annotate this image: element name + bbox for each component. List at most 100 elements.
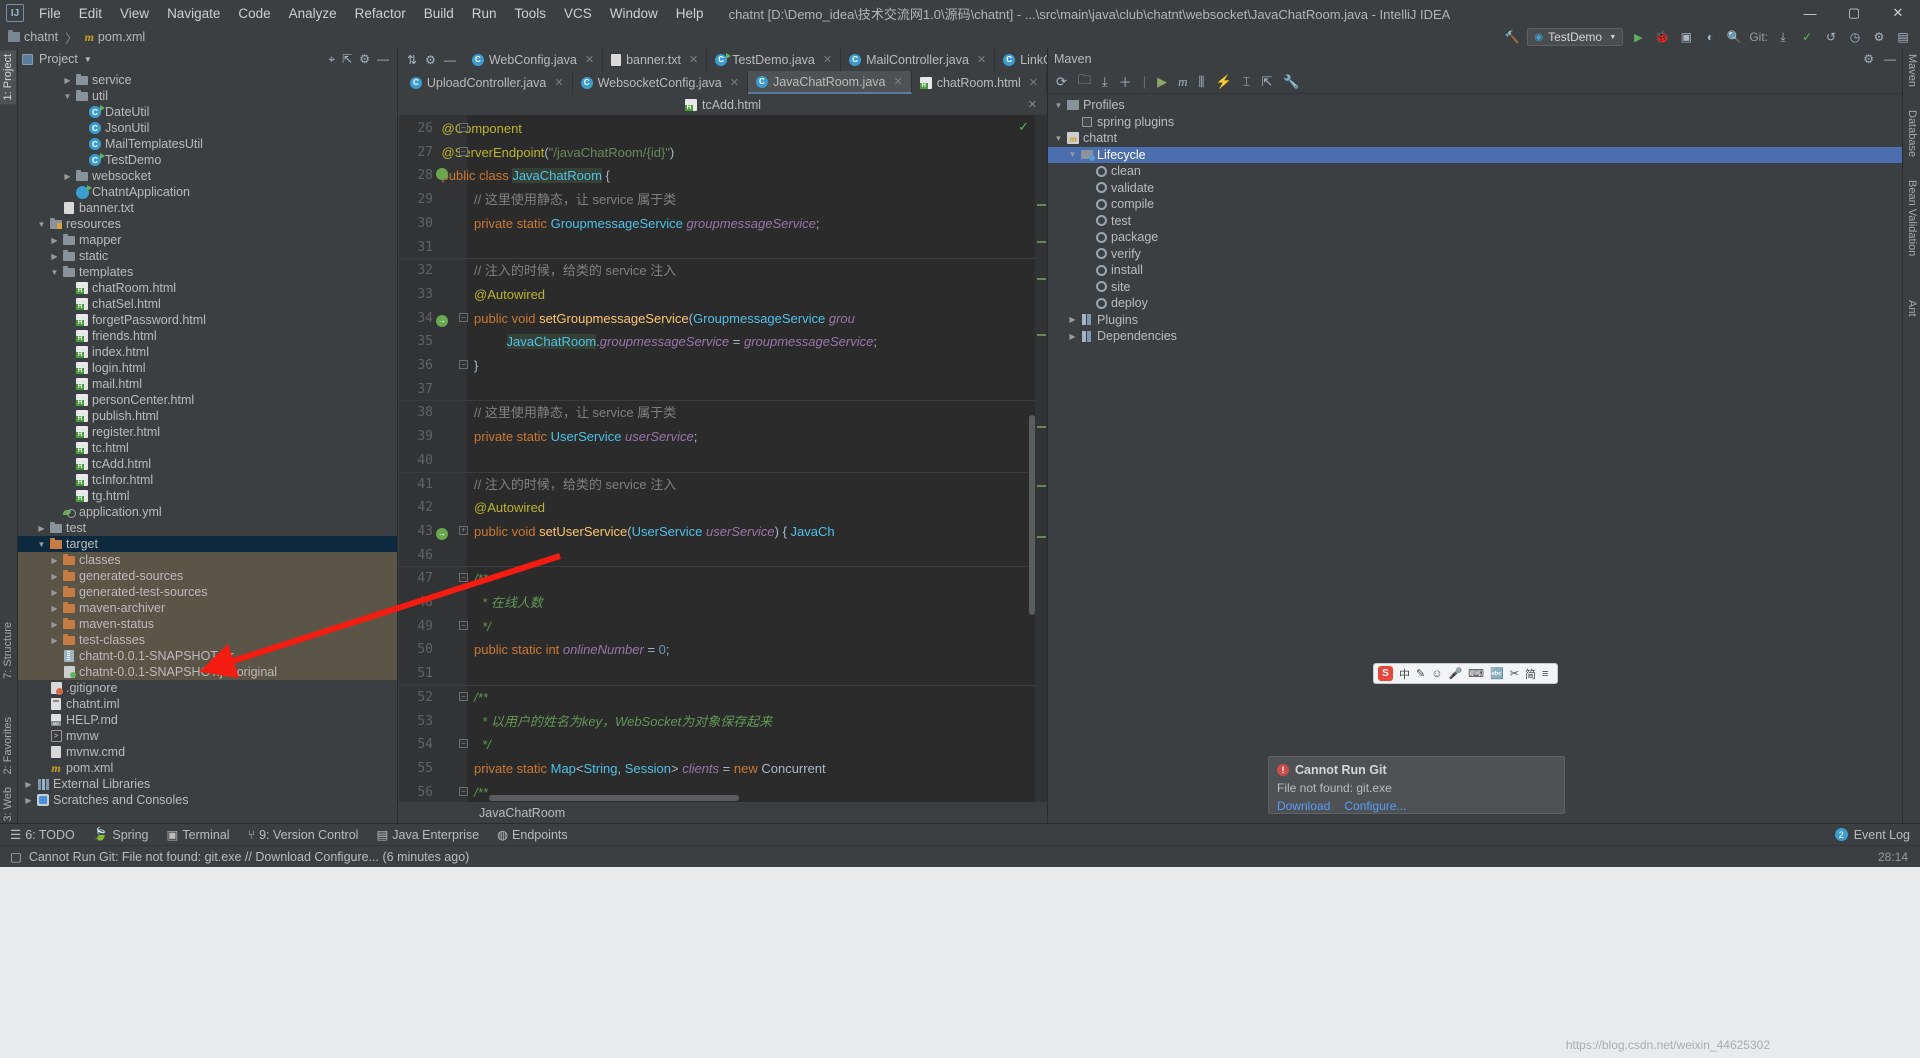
code-fold-toggle[interactable]: – bbox=[459, 786, 468, 796]
download-sources-icon[interactable]: ⤓ bbox=[1102, 74, 1108, 90]
execute-maven-goal-icon[interactable]: m bbox=[1178, 74, 1187, 90]
close-tab-icon[interactable]: ✕ bbox=[894, 75, 903, 88]
close-tab-icon[interactable]: ✕ bbox=[823, 53, 832, 66]
locate-icon[interactable]: ⌖ bbox=[328, 52, 335, 67]
inspection-status-icon[interactable]: ✓ bbox=[1018, 119, 1029, 135]
gear-icon[interactable]: ⚙ bbox=[425, 53, 436, 67]
code-fold-toggle[interactable]: – bbox=[459, 691, 468, 701]
tool-tab-favorites[interactable]: 2: Favorites bbox=[0, 713, 16, 778]
tree-node-classes[interactable]: ▶ classes bbox=[18, 552, 397, 568]
toggle-offline-icon[interactable]: ⚡ bbox=[1215, 74, 1231, 90]
tool-tab-maven[interactable]: Maven bbox=[1904, 50, 1920, 91]
menu-window[interactable]: Window bbox=[601, 3, 667, 24]
ime-menu-icon[interactable]: ≡ bbox=[1542, 668, 1548, 680]
maven-node-plugins[interactable]: ▶ Plugins bbox=[1048, 312, 1902, 329]
breadcrumb-project[interactable]: chatnt bbox=[24, 30, 58, 44]
status-message[interactable]: Cannot Run Git: File not found: git.exe … bbox=[29, 850, 470, 864]
menu-vcs[interactable]: VCS bbox=[555, 3, 601, 24]
debug-icon[interactable]: 🐞 bbox=[1653, 28, 1671, 46]
maven-node-chatnt[interactable]: ▼ m chatnt bbox=[1048, 130, 1902, 147]
ime-simplified-icon[interactable]: 简 bbox=[1525, 666, 1536, 682]
close-button[interactable]: ✕ bbox=[1876, 0, 1920, 26]
profile-icon[interactable]: ◐ bbox=[1701, 28, 1719, 46]
collapse-all-icon[interactable]: ⇱ bbox=[342, 52, 352, 67]
expand-arrow-icon[interactable]: ▶ bbox=[61, 76, 74, 85]
menu-analyze[interactable]: Analyze bbox=[280, 3, 346, 24]
caret-position[interactable]: 28:14 bbox=[1878, 850, 1908, 864]
history-icon[interactable]: ◷ bbox=[1846, 28, 1864, 46]
tool-tab-endpoints[interactable]: ◍ Endpoints bbox=[497, 827, 568, 843]
menu-tools[interactable]: Tools bbox=[506, 3, 556, 24]
expand-arrow-icon[interactable]: ▶ bbox=[48, 252, 61, 261]
expand-arrow-icon[interactable]: ▶ bbox=[1066, 332, 1079, 341]
maven-node-test[interactable]: test bbox=[1048, 213, 1902, 230]
tool-tab-spring[interactable]: 🍃 Spring bbox=[93, 827, 149, 842]
tree-node-tcinfor-html[interactable]: tcInfor.html bbox=[18, 472, 397, 488]
tree-node-scratches-and-consoles[interactable]: ▶ Scratches and Consoles bbox=[18, 792, 397, 808]
code-fold-toggle[interactable]: – bbox=[459, 573, 468, 583]
tree-node-test-classes[interactable]: ▶ test-classes bbox=[18, 632, 397, 648]
tool-tab-database[interactable]: Database bbox=[1904, 106, 1920, 161]
editor-tab-websocketconfig-java[interactable]: C WebsocketConfig.java ✕ bbox=[572, 71, 748, 94]
tool-tab-todo[interactable]: ☰ 6: TODO bbox=[10, 827, 75, 843]
code-fold-toggle[interactable]: – bbox=[459, 146, 468, 156]
tool-tab-project[interactable]: 1: Project bbox=[0, 50, 16, 105]
ime-voice-icon[interactable]: 🎤 bbox=[1448, 667, 1462, 680]
override-gutter-icon[interactable]: → bbox=[436, 524, 450, 540]
menu-help[interactable]: Help bbox=[667, 3, 713, 24]
run-with-coverage-icon[interactable]: ▣ bbox=[1677, 28, 1695, 46]
search-everywhere-icon[interactable]: 🔍 bbox=[1725, 28, 1743, 46]
editor-tab-banner-txt[interactable]: banner.txt ✕ bbox=[603, 48, 708, 71]
wrench-icon[interactable]: 🔧 bbox=[1283, 74, 1299, 90]
tree-node-templates[interactable]: ▼ templates bbox=[18, 264, 397, 280]
reimport-icon[interactable]: ⟳ bbox=[1056, 74, 1067, 90]
tree-node-pom-xml[interactable]: m pom.xml bbox=[18, 760, 397, 776]
tree-node-help-md[interactable]: HELP.md bbox=[18, 712, 397, 728]
expand-arrow-icon[interactable]: ▶ bbox=[35, 524, 48, 533]
maven-node-clean[interactable]: clean bbox=[1048, 163, 1902, 180]
tree-node-personcenter-html[interactable]: personCenter.html bbox=[18, 392, 397, 408]
maven-node-deploy[interactable]: deploy bbox=[1048, 295, 1902, 312]
tree-node--gitignore[interactable]: .gitignore bbox=[18, 680, 397, 696]
close-tab-icon[interactable]: ✕ bbox=[554, 76, 563, 89]
tree-node-chatnt-0-0-1-snapshot-jar-original[interactable]: chatnt-0.0.1-SNAPSHOT.jar.original bbox=[18, 664, 397, 680]
tool-tab-terminal[interactable]: ▣ Terminal bbox=[167, 827, 230, 843]
tool-tab-version-control[interactable]: ⑂ 9: Version Control bbox=[248, 828, 359, 842]
collapse-arrow-icon[interactable]: ▼ bbox=[1052, 134, 1065, 143]
close-tab-icon[interactable]: ✕ bbox=[585, 53, 594, 66]
maven-node-package[interactable]: package bbox=[1048, 229, 1902, 246]
expand-arrow-icon[interactable]: ▶ bbox=[61, 172, 74, 181]
code-fold-toggle[interactable]: – bbox=[459, 123, 468, 132]
expand-arrow-icon[interactable]: ▶ bbox=[48, 572, 61, 581]
tree-node-mvnw[interactable]: > mvnw bbox=[18, 728, 397, 744]
expand-arrow-icon[interactable]: ▶ bbox=[22, 796, 35, 805]
generate-sources-icon[interactable]: 🗀 bbox=[1078, 71, 1091, 93]
code-fold-toggle[interactable]: – bbox=[459, 312, 468, 322]
menu-file[interactable]: File bbox=[30, 3, 70, 24]
tool-tab-ant[interactable]: Ant bbox=[1904, 296, 1920, 321]
ime-pen-icon[interactable]: ✎ bbox=[1416, 667, 1425, 680]
collapse-arrow-icon[interactable]: ▼ bbox=[1052, 101, 1065, 110]
close-tab-icon[interactable]: ✕ bbox=[1029, 76, 1038, 89]
maven-tree[interactable]: ▼Profilesspring plugins▼mchatnt▼Lifecycl… bbox=[1048, 94, 1902, 345]
tool-tab-java-enterprise[interactable]: ▤ Java Enterprise bbox=[376, 827, 479, 843]
update-project-icon[interactable]: ⤓ bbox=[1774, 28, 1792, 46]
configure-link[interactable]: Configure... bbox=[1344, 799, 1406, 813]
expand-arrow-icon[interactable]: ▶ bbox=[48, 588, 61, 597]
tree-node-tcadd-html[interactable]: tcAdd.html bbox=[18, 456, 397, 472]
expand-arrow-icon[interactable]: ▶ bbox=[22, 780, 35, 789]
hide-icon[interactable]: — bbox=[1884, 52, 1896, 66]
code-fold-toggle[interactable]: + bbox=[459, 525, 468, 535]
close-tab-icon[interactable]: ✕ bbox=[977, 53, 986, 66]
maximize-button[interactable]: ▢ bbox=[1832, 0, 1876, 26]
ime-tools-icon[interactable]: ✂ bbox=[1510, 667, 1519, 680]
marker-bar[interactable] bbox=[1035, 115, 1047, 802]
build-icon[interactable]: 🔨 bbox=[1503, 28, 1521, 46]
tree-node-chatntapplication[interactable]: ChatntApplication bbox=[18, 184, 397, 200]
tree-node-index-html[interactable]: index.html bbox=[18, 344, 397, 360]
context-tab-label[interactable]: tcAdd.html bbox=[702, 98, 761, 112]
maven-node-verify[interactable]: verify bbox=[1048, 246, 1902, 263]
tree-node-mvnw-cmd[interactable]: mvnw.cmd bbox=[18, 744, 397, 760]
editor-tab-mailcontroller-java[interactable]: C MailController.java ✕ bbox=[841, 48, 996, 71]
tree-node-application-yml[interactable]: application.yml bbox=[18, 504, 397, 520]
